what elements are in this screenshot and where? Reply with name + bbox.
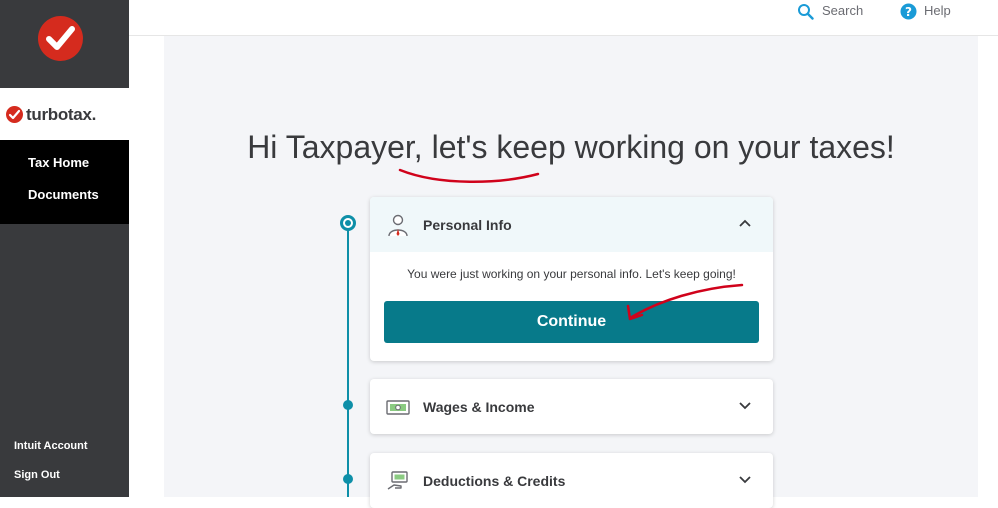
continue-button[interactable]: Continue: [384, 301, 759, 343]
money-icon: [386, 400, 410, 415]
section-card-deductions-credits[interactable]: Deductions & Credits: [370, 453, 773, 508]
sidebar: [0, 0, 129, 497]
timeline-dot-active: [340, 215, 356, 231]
brand-check-icon: [6, 106, 23, 123]
section-card-personal-info: Personal Info You were just working on y…: [370, 197, 773, 361]
chevron-up-icon[interactable]: [737, 215, 753, 231]
brand-wordmark: turbotax.: [26, 105, 97, 124]
help-link[interactable]: Help: [924, 3, 951, 18]
page-title: Hi Taxpayer, let's keep working on your …: [247, 129, 895, 165]
chevron-down-icon[interactable]: [737, 397, 753, 413]
section-title: Deductions & Credits: [423, 473, 566, 489]
search-link[interactable]: Search: [822, 3, 863, 18]
section-card-wages-income[interactable]: Wages & Income: [370, 379, 773, 434]
section-title: Wages & Income: [423, 399, 535, 415]
timeline-dot: [343, 474, 353, 484]
section-header[interactable]: Wages & Income: [370, 379, 773, 434]
section-title: Personal Info: [423, 217, 512, 233]
money-hand-icon: [387, 471, 408, 490]
chevron-down-icon[interactable]: [737, 471, 753, 487]
sidebar-item-intuit-account[interactable]: Intuit Account: [14, 440, 88, 452]
progress-timeline: [347, 224, 349, 497]
svg-text:?: ?: [905, 5, 912, 19]
person-icon: [388, 214, 408, 237]
section-header[interactable]: Personal Info: [370, 197, 773, 252]
timeline-dot: [343, 400, 353, 410]
top-bar: [129, 0, 998, 36]
help-icon[interactable]: ?: [900, 3, 917, 20]
search-icon[interactable]: [797, 3, 814, 20]
checkmark-icon: [46, 26, 75, 50]
turbotax-logo[interactable]: [38, 16, 83, 61]
section-header[interactable]: Deductions & Credits: [370, 453, 773, 508]
sidebar-item-documents[interactable]: Documents: [28, 187, 99, 202]
section-message: You were just working on your personal i…: [407, 267, 736, 281]
sidebar-item-sign-out[interactable]: Sign Out: [14, 469, 60, 481]
